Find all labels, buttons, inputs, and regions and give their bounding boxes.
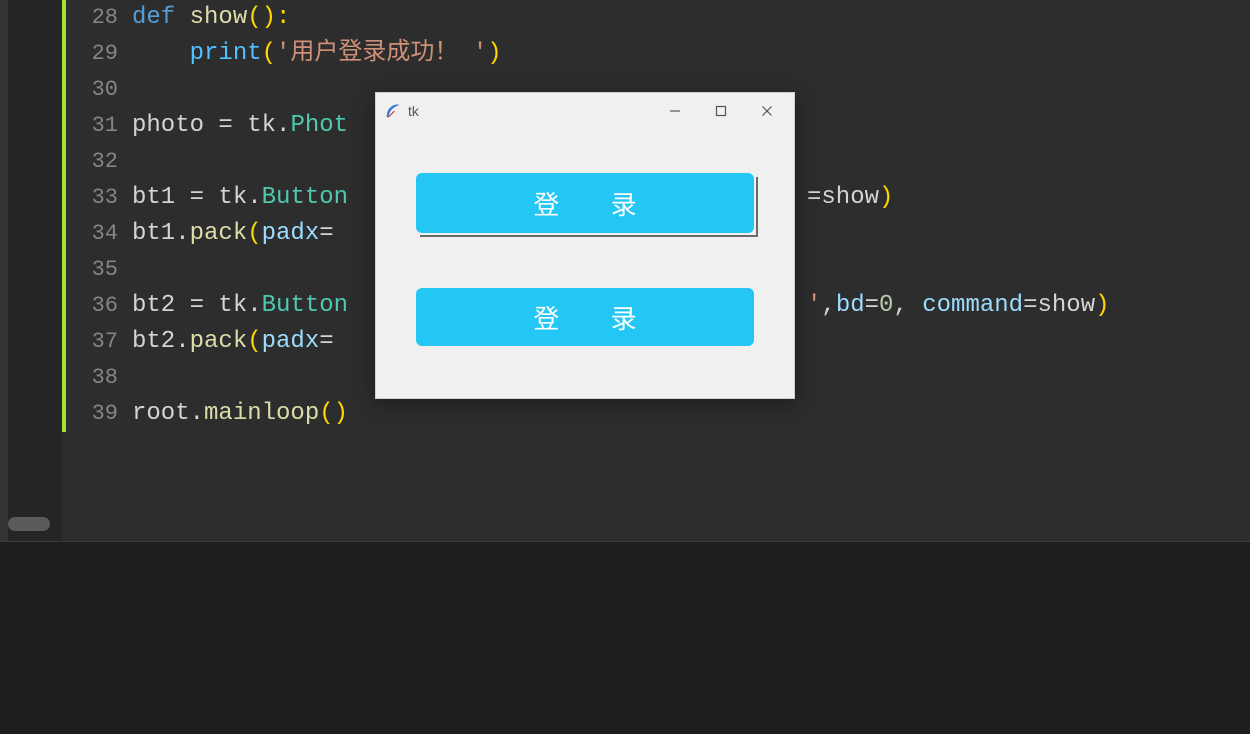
code-fragment[interactable]: =show) [807,180,893,216]
line-number: 38 [62,360,132,396]
maximize-button[interactable] [698,97,744,125]
horizontal-scrollbar[interactable] [8,517,50,531]
line-number: 36 [62,288,132,324]
gutter-left [8,0,62,541]
login-button-1-frame: 登 录 [416,173,754,233]
output-panel[interactable] [0,541,1250,734]
close-button[interactable] [744,97,790,125]
minimize-button[interactable] [652,97,698,125]
line-number: 35 [62,252,132,288]
login-button-1[interactable]: 登 录 [416,173,754,233]
modified-lines-indicator [62,0,66,432]
line-number: 29 [62,36,132,72]
code-fragment[interactable]: ',bd=0, command=show) [807,288,1110,324]
feather-icon [384,102,402,120]
line-number: 32 [62,144,132,180]
line-number: 28 [62,0,132,36]
tk-window-body: 登 录 登 录 [376,129,794,400]
tkinter-window: tk 登 录 登 录 [375,92,795,399]
window-title: tk [408,103,652,119]
line-number: 34 [62,216,132,252]
tk-titlebar[interactable]: tk [376,93,794,129]
code-line[interactable]: 39root.mainloop() [62,396,1250,432]
line-number: 31 [62,108,132,144]
line-content[interactable]: print('用户登录成功！ ') [132,36,1250,72]
line-number: 37 [62,324,132,360]
line-number: 33 [62,180,132,216]
gutter-edge [0,0,8,541]
code-line[interactable]: 29 print('用户登录成功！ ') [62,36,1250,72]
login-button-2[interactable]: 登 录 [416,288,754,346]
line-content[interactable]: def show(): [132,0,1250,36]
line-number: 39 [62,396,132,432]
line-content[interactable]: root.mainloop() [132,396,1250,432]
code-line[interactable]: 28def show(): [62,0,1250,36]
line-number: 30 [62,72,132,108]
